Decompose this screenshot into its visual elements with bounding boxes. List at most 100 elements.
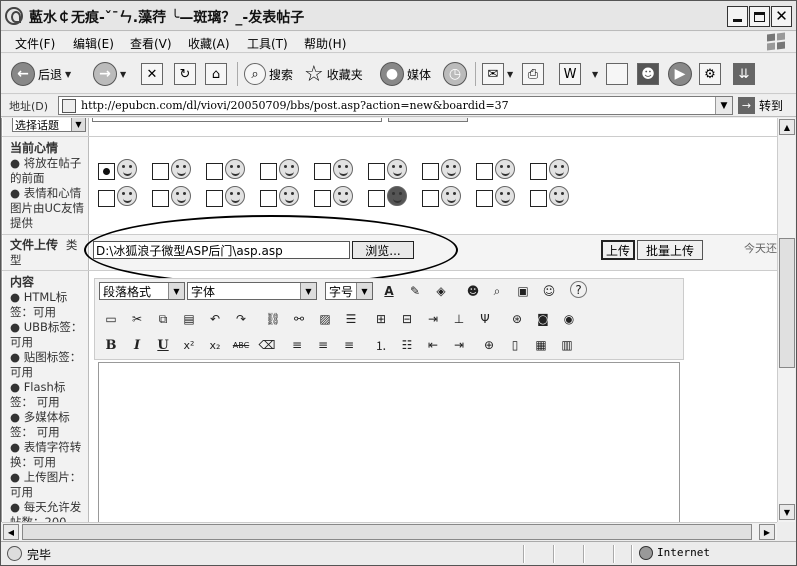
mood-option[interactable] — [98, 186, 150, 210]
font-select[interactable]: 字体 ▼ — [187, 282, 317, 300]
mood-radio[interactable] — [260, 190, 277, 207]
mood-radio[interactable] — [368, 190, 385, 207]
mood-option[interactable] — [152, 186, 204, 210]
menu-favorites[interactable]: 收藏(A) — [188, 35, 230, 52]
mood-option[interactable] — [368, 186, 420, 210]
stop-button[interactable]: ✕ — [141, 60, 163, 88]
mood-radio[interactable] — [314, 163, 331, 180]
audio-icon[interactable]: ◉ — [559, 309, 579, 329]
history-button[interactable]: ◷ — [443, 60, 467, 88]
redo-icon[interactable]: ↷ — [231, 309, 251, 329]
discuss-button[interactable] — [606, 60, 628, 88]
emoticon-insert-icon[interactable]: ☻ — [463, 281, 483, 301]
smiley-icon[interactable]: ☺ — [539, 281, 559, 301]
address-input[interactable]: http://epubcn.com/dl/viovi/20050709/bbs/… — [58, 96, 733, 115]
new-document-icon[interactable]: ▭ — [101, 309, 121, 329]
menu-help[interactable]: 帮助(H) — [304, 35, 346, 52]
align-center-icon[interactable]: ≡ — [313, 335, 333, 355]
outdent-icon[interactable]: ⇤ — [423, 335, 443, 355]
mood-option[interactable] — [206, 159, 258, 183]
mood-radio[interactable] — [98, 190, 115, 207]
back-button[interactable]: ← 后退 ▼ — [11, 60, 71, 88]
help-icon[interactable]: ? — [570, 281, 587, 298]
table-icon[interactable]: ⊞ — [371, 309, 391, 329]
mood-radio[interactable] — [530, 190, 547, 207]
insert-icon[interactable]: ⊕ — [479, 335, 499, 355]
mood-option[interactable] — [530, 186, 582, 210]
horizontal-scroll-thumb[interactable] — [22, 524, 752, 540]
favorites-button[interactable]: ☆ 收藏夹 — [304, 60, 363, 88]
mood-radio[interactable] — [422, 163, 439, 180]
mood-option[interactable] — [422, 159, 474, 183]
merge-cell-icon[interactable]: Ψ — [475, 309, 495, 329]
find-icon[interactable]: ⌕ — [487, 281, 507, 301]
split-cell-icon[interactable]: ⊥ — [449, 309, 469, 329]
mood-option[interactable] — [314, 186, 366, 210]
mood-option[interactable] — [530, 159, 582, 183]
tool-button[interactable]: ⚙ — [699, 60, 721, 88]
chevron-down-icon[interactable]: ▼ — [715, 97, 732, 114]
mood-radio[interactable] — [152, 163, 169, 180]
flash-icon[interactable]: ⊛ — [507, 309, 527, 329]
align-right-icon[interactable]: ≡ — [339, 335, 359, 355]
subject-option[interactable] — [388, 118, 468, 122]
mood-option[interactable] — [260, 186, 312, 210]
undo-icon[interactable]: ↶ — [205, 309, 225, 329]
mood-radio[interactable] — [476, 190, 493, 207]
mood-radio[interactable] — [152, 190, 169, 207]
paragraph-format-select[interactable]: 段落格式 ▼ — [99, 282, 185, 300]
cube-icon[interactable]: ◈ — [431, 281, 451, 301]
paste-icon[interactable]: ▤ — [179, 309, 199, 329]
mood-option[interactable] — [152, 159, 204, 183]
document-icon[interactable]: ▯ — [505, 335, 525, 355]
align-left-icon[interactable]: ≡ — [287, 335, 307, 355]
topic-select[interactable]: 选择话题 ▼ — [12, 118, 86, 132]
media-insert-icon[interactable]: ◙ — [533, 309, 553, 329]
menu-edit[interactable]: 编辑(E) — [73, 35, 114, 52]
paste-text-icon[interactable]: ▥ — [557, 335, 577, 355]
mood-option[interactable] — [206, 186, 258, 210]
menu-view[interactable]: 查看(V) — [130, 35, 172, 52]
batch-upload-button[interactable]: 批量上传 — [637, 240, 703, 260]
mood-option[interactable] — [260, 159, 312, 183]
scroll-right-button[interactable]: ▶ — [759, 524, 775, 540]
bullet-list-icon[interactable]: ☷ — [397, 335, 417, 355]
calendar-icon[interactable]: ▦ — [531, 335, 551, 355]
insert-row-icon[interactable]: ⊟ — [397, 309, 417, 329]
mood-radio[interactable] — [422, 190, 439, 207]
horizontal-rule-icon[interactable]: ☰ — [341, 309, 361, 329]
mood-radio[interactable] — [206, 190, 223, 207]
numbered-list-icon[interactable]: ⒈ — [371, 335, 391, 355]
cut-icon[interactable]: ✂ — [127, 309, 147, 329]
download-button[interactable]: ⇊ — [733, 60, 755, 88]
insert-column-icon[interactable]: ⇥ — [423, 309, 443, 329]
upload-button[interactable]: 上传 — [601, 240, 635, 260]
indent-icon[interactable]: ⇥ — [449, 335, 469, 355]
image-icon[interactable]: ▨ — [315, 309, 335, 329]
superscript-icon[interactable]: x² — [179, 335, 199, 355]
highlight-icon[interactable]: ✎ — [405, 281, 425, 301]
mood-radio[interactable] — [368, 163, 385, 180]
mood-radio[interactable] — [314, 190, 331, 207]
go-button[interactable]: → 转到 — [738, 97, 783, 114]
mood-option[interactable] — [476, 159, 528, 183]
mood-radio[interactable] — [98, 163, 115, 180]
menu-tools[interactable]: 工具(T) — [247, 35, 288, 52]
unlink-icon[interactable]: ⚯ — [289, 309, 309, 329]
mood-option[interactable] — [422, 186, 474, 210]
underline-icon[interactable]: U — [153, 335, 173, 355]
horizontal-scrollbar[interactable]: ◀ ▶ — [2, 522, 777, 540]
vertical-scrollbar[interactable]: ▲ ▼ — [777, 118, 795, 522]
refresh-button[interactable]: ↻ — [174, 60, 196, 88]
home-button[interactable]: ⌂ — [205, 60, 227, 88]
image-insert-icon[interactable]: ▣ — [513, 281, 533, 301]
subject-input[interactable] — [92, 118, 382, 122]
italic-icon[interactable]: I — [127, 335, 147, 355]
close-button[interactable]: ✕ — [771, 6, 792, 27]
mood-radio[interactable] — [260, 163, 277, 180]
mood-option[interactable] — [368, 159, 420, 183]
mood-option[interactable] — [476, 186, 528, 210]
eraser-icon[interactable]: ⌫ — [257, 335, 277, 355]
mood-radio[interactable] — [476, 163, 493, 180]
font-color-icon[interactable]: A — [379, 281, 399, 301]
